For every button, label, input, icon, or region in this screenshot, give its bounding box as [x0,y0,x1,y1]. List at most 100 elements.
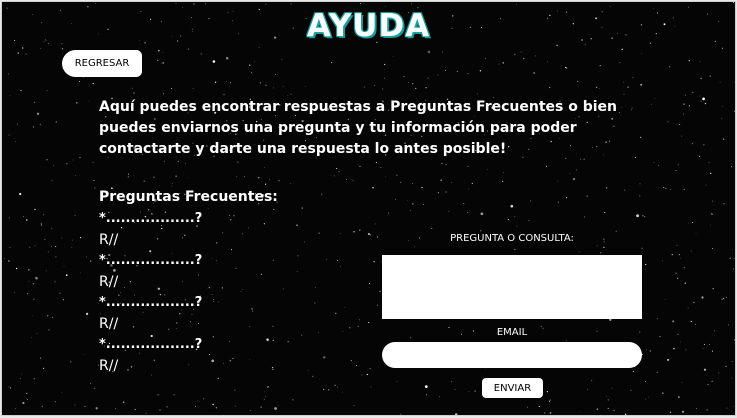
star [396,381,398,382]
star [80,237,82,239]
star [382,88,384,90]
star [251,308,253,310]
star [377,236,379,238]
star [431,227,433,230]
star [209,354,210,355]
star [702,97,705,101]
star [623,93,625,95]
star [549,411,552,414]
star [8,73,10,75]
star [725,365,727,368]
star [265,396,266,397]
star [710,172,712,174]
star [33,283,35,285]
star [624,413,627,415]
star [414,246,416,248]
star [712,200,714,202]
send-button[interactable]: ENVIAR [482,378,543,398]
star [728,324,729,326]
star [664,299,666,300]
star [678,396,680,398]
star [669,66,671,68]
star [272,325,274,327]
star [667,121,669,123]
star [734,110,735,112]
star [273,87,275,89]
star [82,76,84,78]
star [426,394,428,396]
star [195,406,196,407]
star [290,183,292,185]
star [595,86,598,88]
star [352,179,354,181]
star [700,100,702,102]
star [579,410,581,412]
star [55,256,57,258]
star [272,339,274,342]
star [317,332,319,334]
star [83,354,85,356]
star [230,219,232,221]
star [703,144,705,146]
star [235,267,237,270]
star [28,269,30,271]
star [690,320,692,323]
star [241,233,243,235]
star [15,267,18,270]
star [415,87,417,90]
star [704,102,707,105]
star [44,239,46,240]
star [639,183,641,185]
star [234,405,236,407]
star [708,344,710,346]
star [40,224,42,226]
back-button[interactable]: REGRESAR [62,50,142,77]
star [34,208,36,211]
star [498,63,500,65]
star [672,320,675,323]
star [548,400,550,402]
star [624,189,626,191]
star [599,252,602,254]
star [546,390,549,393]
star [675,169,677,171]
star [606,395,607,397]
faq-answer: R// [99,316,119,332]
star [663,187,665,189]
star [359,229,361,231]
star [410,3,412,5]
star [503,172,504,174]
star [363,86,365,88]
star [218,301,220,303]
star [699,61,701,63]
star [162,62,164,64]
star [323,356,326,359]
star [468,188,469,190]
star [514,53,516,55]
star [249,410,251,412]
star [733,406,734,407]
star [20,89,22,92]
star [53,165,54,167]
star [510,204,514,208]
star [51,179,53,181]
star [61,392,63,394]
star [514,249,516,251]
star [392,55,394,57]
star [627,86,629,88]
star [214,81,217,83]
star [278,180,280,182]
star [272,259,274,261]
question-textarea[interactable] [382,255,642,319]
star [480,212,484,216]
faq-question: *..................? [99,211,203,226]
star [194,3,196,5]
star [162,52,164,53]
star [671,254,673,256]
star [296,271,298,273]
email-input[interactable] [382,342,642,368]
star [658,164,660,166]
star [74,215,76,216]
star [211,359,214,363]
star [502,180,504,182]
